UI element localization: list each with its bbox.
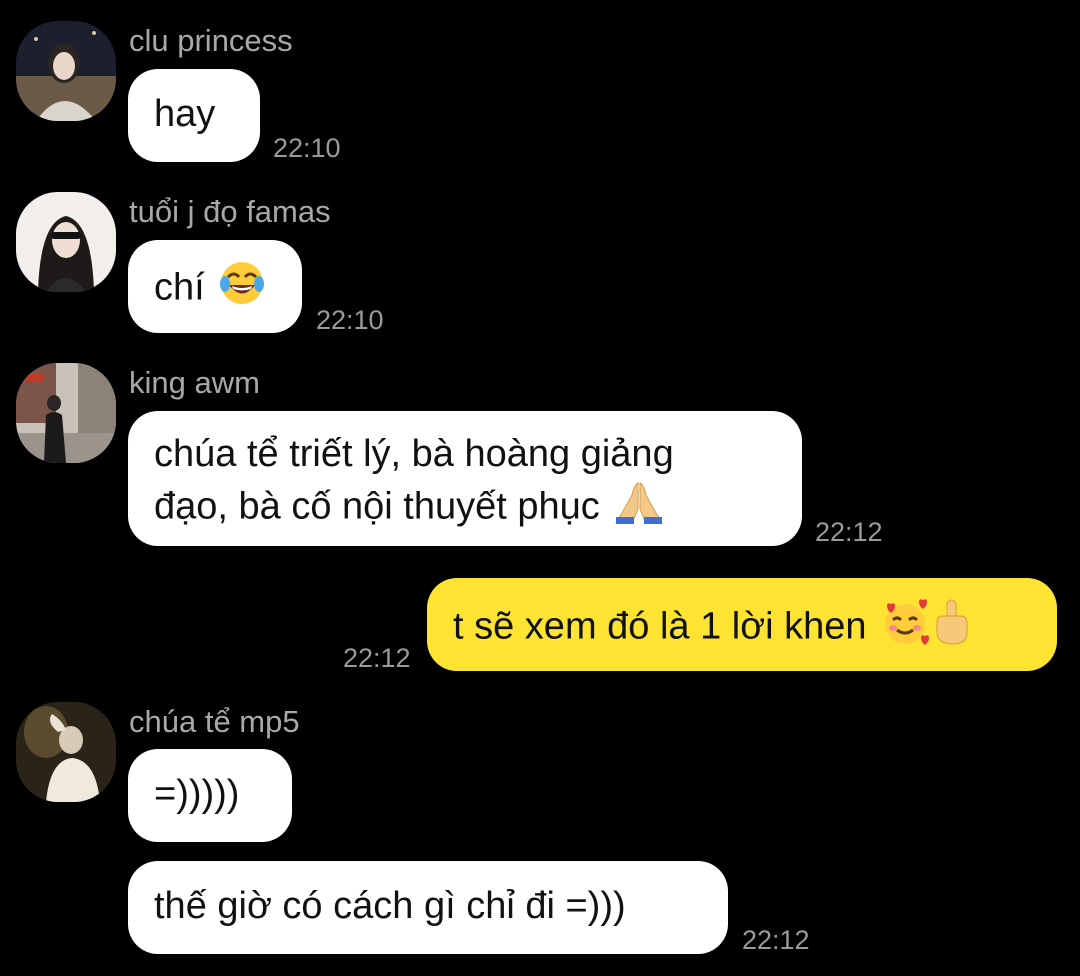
sender-name: chúa tể mp5	[129, 704, 300, 739]
avatar[interactable]	[16, 192, 116, 292]
message-bubble[interactable]: chí	[128, 240, 302, 333]
message-timestamp: 22:12	[742, 925, 810, 955]
middle-finger-icon	[931, 598, 971, 659]
sender-name: king awm	[129, 365, 260, 400]
message-timestamp: 22:10	[316, 305, 384, 335]
avatar[interactable]	[16, 702, 116, 802]
message-timestamp: 22:10	[273, 133, 341, 163]
message-bubble[interactable]: =)))))	[128, 749, 292, 842]
message-text: hay	[154, 93, 216, 135]
message-bubble[interactable]: hay	[128, 69, 260, 162]
message-text-line: đạo, bà cố nội thuyết phục	[154, 485, 600, 528]
avatar[interactable]	[16, 21, 116, 121]
message-text: chí	[154, 266, 205, 309]
sender-name: clu princess	[129, 23, 293, 58]
smiling-face-with-hearts-icon	[881, 598, 931, 659]
avatar[interactable]	[16, 363, 116, 463]
own-message-bubble[interactable]: t sẽ xem đó là 1 lời khen	[427, 578, 1057, 671]
chat-window: clu princess hay 22:10 tuổi j đọ famas c…	[0, 0, 1080, 976]
message-bubble[interactable]: thế giờ có cách gì chỉ đi =)))	[128, 861, 728, 954]
message-text: t sẽ xem đó là 1 lời khen	[453, 605, 867, 648]
message-timestamp: 22:12	[815, 517, 883, 547]
face-with-tears-of-joy-icon	[219, 260, 265, 319]
message-text: =)))))	[154, 773, 240, 815]
folded-hands-icon	[614, 479, 664, 538]
sender-name: tuổi j đọ famas	[129, 194, 331, 229]
message-timestamp: 22:12	[343, 643, 411, 673]
message-text: thế giờ có cách gì chỉ đi =)))	[154, 885, 626, 927]
message-text-line: chúa tể triết lý, bà hoàng giảng	[154, 433, 674, 475]
message-bubble[interactable]: chúa tể triết lý, bà hoàng giảng đạo, bà…	[128, 411, 802, 546]
